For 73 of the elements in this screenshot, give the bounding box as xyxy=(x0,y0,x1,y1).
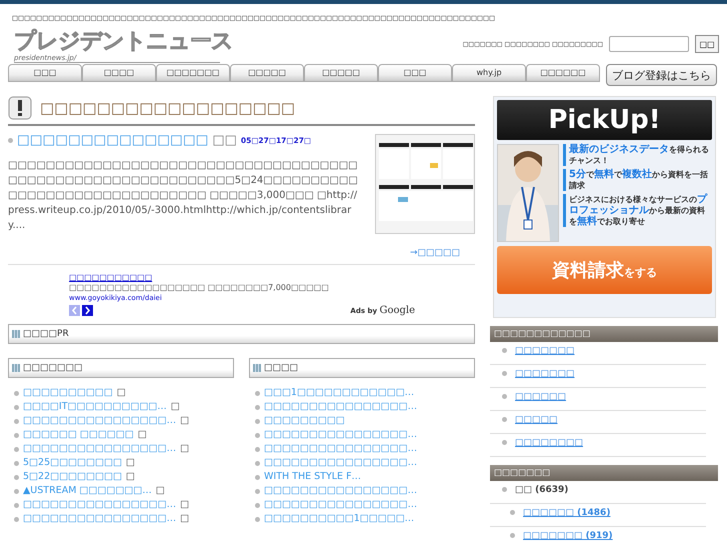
article-link[interactable]: □□□□□□□□□□□□□□□□… xyxy=(23,512,176,526)
comment-mark: □ xyxy=(156,484,165,498)
nav-tab[interactable]: □□□□□□ xyxy=(526,64,600,82)
comment-mark: □ xyxy=(180,512,190,526)
comment-mark: □ xyxy=(180,442,190,456)
comment-mark: □ xyxy=(180,498,190,512)
next-icon[interactable] xyxy=(82,305,93,316)
article-link[interactable]: □□□□□□□□□□□□□□□□… xyxy=(23,498,176,512)
request-button[interactable]: 資料請求をする xyxy=(497,246,712,294)
nav-tab[interactable]: □□□ xyxy=(378,64,452,82)
sidebar-link[interactable]: □□□□□□ (1486) xyxy=(523,508,610,518)
pickup-title: PickUp! xyxy=(497,100,712,140)
section-title: □□□□ xyxy=(264,363,298,373)
article-link[interactable]: □□□□□□□□□□□□□□□□… xyxy=(264,484,418,498)
ad-text: □□□□□□□□□□□□□□□□□□ □□□□□□□□7,000□□□□□ xyxy=(69,283,330,293)
sidebar-link[interactable]: □□□□□ xyxy=(515,415,558,425)
article-link[interactable]: □□□□□□□□□□□□□□□□… xyxy=(264,456,418,470)
article-link[interactable]: □□□□□□□□□□ xyxy=(23,386,113,400)
article-link[interactable]: □□□□□□□□□□□□□□□□… xyxy=(264,428,418,442)
blog-register-button[interactable]: ブログ登録はこちら xyxy=(606,64,717,86)
sidebar-link[interactable]: □□ (6639) xyxy=(515,485,568,495)
article-link[interactable]: □□□□□□□□□□□□□□□□… xyxy=(23,414,176,428)
pickup-banner[interactable]: PickUp! 最新のビジネスデータを得られるチャンス！ 5分で無料で複数社から資料を一括請求 ビジネスにおける様々なサービスのプロフェッショナルから最新の資料を無料でお取り寄せ 資料請求をする xyxy=(493,96,716,318)
comment-mark: □ xyxy=(180,414,190,428)
article-link[interactable]: 5□25□□□□□□□□ xyxy=(23,456,122,470)
grid-icon xyxy=(253,364,261,372)
nav-tab[interactable]: □□□□□ xyxy=(304,64,378,82)
article-link[interactable]: □□□□□□ □□□□□□ xyxy=(23,428,134,442)
search-field[interactable] xyxy=(609,36,689,52)
nav-tab[interactable]: □□□□□ xyxy=(230,64,304,82)
article-link[interactable]: □□□□□□□□□□1□□□□□… xyxy=(264,512,414,526)
sidebar-link[interactable]: □□□□□□□ xyxy=(515,369,575,379)
sidebar-header: □□□□□□□ xyxy=(490,465,718,481)
article-link[interactable]: □□□1□□□□□□□□□□□□… xyxy=(264,386,414,400)
article-link[interactable]: □□□□□□□□□□□□□□□□… xyxy=(23,442,176,456)
article-link[interactable]: □□□□□□□□□□□□□□□□… xyxy=(264,400,418,414)
grid-icon xyxy=(12,330,20,338)
sidebar-link[interactable]: □□□□□□□ (919) xyxy=(523,531,613,541)
article-link[interactable]: ▲USTREAM □□□□□□□… xyxy=(23,484,152,498)
site-logo[interactable]: プレジデントニュース xyxy=(14,30,233,54)
article-link[interactable]: □□□□□□□□□□□□□□□□… xyxy=(264,498,418,512)
banner-text: ビジネスにおける様々なサービスのプロフェッショナルから最新の資料を無料でお取り寄せ xyxy=(563,194,712,227)
sidebar-link[interactable]: □□□□□□ xyxy=(515,392,566,402)
nav-tab[interactable]: □□□ xyxy=(8,64,82,82)
comment-mark: □ xyxy=(170,400,180,414)
section-title: □□□□□□□□□□□□□□□□□□ xyxy=(40,99,296,117)
read-more-link[interactable]: →□□□□□ xyxy=(410,248,460,258)
article-excerpt: □□□□□□□□□□□□□□□□□□□□□□□□□□□□□□□□□□□□□□□□□□□□□□□□□□□□□□□□□□□□□5□24□□□□□□□□□□□□□□□□□□□□□□□□□□□□□□□ □□□□□3,000□□□ □http://press.writeup.co.jp/2010/05/-3000.htmlhttp://which.jp/contentslibrary.... xyxy=(8,159,359,233)
comment-mark: □ xyxy=(138,428,147,442)
ad-title-link[interactable]: □□□□□□□□□□□ xyxy=(69,273,415,283)
article-link[interactable]: 5□22□□□□□□□□ xyxy=(23,470,122,484)
sidebar-header: □□□□□□□□□□□□ xyxy=(490,326,718,342)
banner-text: 最新のビジネスデータを得られるチャンス！ xyxy=(563,144,712,166)
article-link[interactable]: WITH THE STYLE F… xyxy=(264,470,362,484)
article-title[interactable]: □□□□□□□□□□□□□□□ xyxy=(17,132,208,148)
comment-mark: □ xyxy=(116,386,126,400)
comment-mark: □ xyxy=(126,456,135,470)
sidebar-link[interactable]: □□□□□□□ xyxy=(515,346,575,356)
comment-mark: □ xyxy=(126,470,135,484)
nav-tab[interactable]: □□□□ xyxy=(82,64,156,82)
nav-tab[interactable]: why.jp xyxy=(452,64,526,82)
grid-icon xyxy=(12,364,20,372)
nav-tab[interactable]: □□□□□□□ xyxy=(156,64,230,82)
exclamation-icon xyxy=(8,96,32,120)
search-button[interactable]: □□ xyxy=(695,35,719,53)
sidebar-link[interactable]: □□□□□□□□ xyxy=(515,438,584,448)
article-link[interactable]: □□□□□□□□□□□□□□□□… xyxy=(264,442,418,456)
section-title: □□□□□□□ xyxy=(23,363,83,373)
article-link[interactable]: □□□□IT□□□□□□□□□□… xyxy=(23,400,167,414)
banner-text: 5分で無料で複数社から資料を一括請求 xyxy=(563,169,712,191)
article-author: □□ xyxy=(212,132,237,148)
article-link[interactable]: □□□□□□□□□ xyxy=(264,414,345,428)
section-title: □□□□PR xyxy=(23,329,69,339)
